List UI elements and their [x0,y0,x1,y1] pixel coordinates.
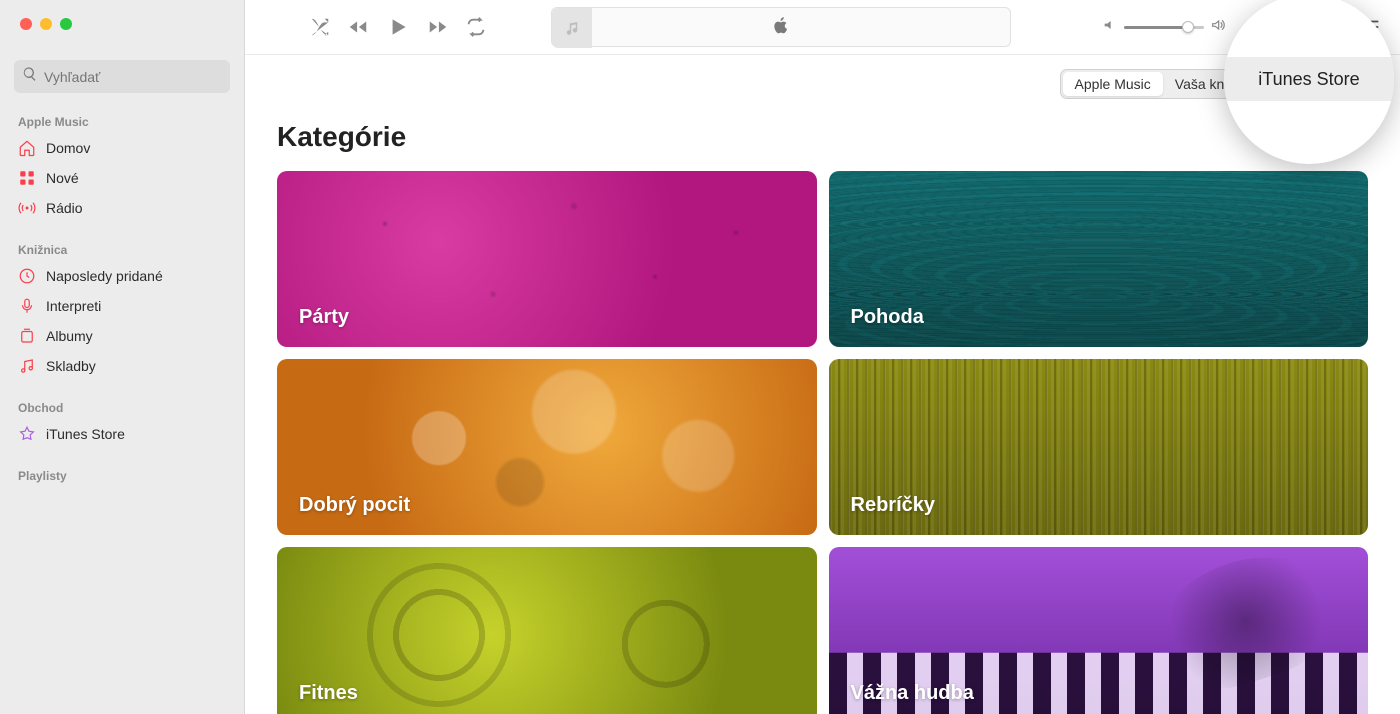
sidebar-item-label: Rádio [46,200,83,216]
volume-low-icon [1102,17,1118,38]
sidebar-item-label: Skladby [46,358,96,374]
window-controls [0,0,244,30]
category-card-fitnes[interactable]: Fitnes [277,547,817,714]
radio-icon [18,199,36,217]
previous-button[interactable] [347,16,369,38]
section-label-playlisty: Playlisty [0,461,244,487]
page-title: Kategórie [277,121,1368,153]
category-label: Rebríčky [851,494,936,517]
sidebar-item-domov[interactable]: Domov [8,133,236,163]
home-icon [18,139,36,157]
search-field[interactable] [14,60,230,93]
clock-icon [18,267,36,285]
main-content: Apple Music Vaša knižnica iTunes Store K… [245,0,1400,714]
category-label: Fitnes [299,682,358,705]
microphone-icon [18,297,36,315]
category-card-dobry-pocit[interactable]: Dobrý pocit [277,359,817,535]
next-button[interactable] [427,16,449,38]
shuffle-button[interactable] [309,16,331,38]
sidebar-item-albumy[interactable]: Albumy [8,321,236,351]
sidebar-item-nove[interactable]: Nové [8,163,236,193]
album-art-placeholder [552,8,592,48]
album-icon [18,327,36,345]
category-card-party[interactable]: Párty [277,171,817,347]
sidebar-item-label: Naposledy pridané [46,268,163,284]
category-card-vazna-hudba[interactable]: Vážna hudba [829,547,1369,714]
sidebar-item-skladby[interactable]: Skladby [8,351,236,381]
grid-icon [18,169,36,187]
category-label: Párty [299,306,349,329]
search-icon [22,66,38,87]
sidebar-item-radio[interactable]: Rádio [8,193,236,223]
magnifier-callout: iTunes Store [1224,0,1394,164]
category-card-pohoda[interactable]: Pohoda [829,171,1369,347]
minimize-window-button[interactable] [40,18,52,30]
sidebar-item-naposledy-pridane[interactable]: Naposledy pridané [8,261,236,291]
now-playing-display [551,7,1011,47]
sidebar-item-label: Interpreti [46,298,101,314]
search-input[interactable] [44,69,222,85]
category-label: Dobrý pocit [299,494,410,517]
magnifier-text: iTunes Store [1258,69,1359,90]
section-label-obchod: Obchod [0,393,244,419]
apple-logo-icon [771,15,791,40]
category-label: Pohoda [851,306,924,329]
sidebar-item-label: iTunes Store [46,426,125,442]
sidebar-item-itunes-store[interactable]: iTunes Store [8,419,236,449]
repeat-button[interactable] [465,16,487,38]
section-label-kniznica: Knižnica [0,235,244,261]
music-note-icon [18,357,36,375]
section-label-apple-music: Apple Music [0,107,244,133]
sidebar-item-label: Domov [46,140,90,156]
category-card-rebricky[interactable]: Rebríčky [829,359,1369,535]
maximize-window-button[interactable] [60,18,72,30]
tab-apple-music[interactable]: Apple Music [1063,72,1163,96]
volume-slider[interactable] [1124,26,1204,29]
category-label: Vážna hudba [851,682,974,705]
play-button[interactable] [385,14,411,40]
sidebar-item-label: Nové [46,170,79,186]
volume-control[interactable] [1102,17,1226,38]
sidebar-item-interpreti[interactable]: Interpreti [8,291,236,321]
category-grid: Párty Pohoda Dobrý pocit Rebríčky Fitnes… [277,171,1368,714]
sidebar: Apple Music Domov Nové Rádio Knižnica Na… [0,0,245,714]
close-window-button[interactable] [20,18,32,30]
star-icon [18,425,36,443]
sidebar-item-label: Albumy [46,328,93,344]
